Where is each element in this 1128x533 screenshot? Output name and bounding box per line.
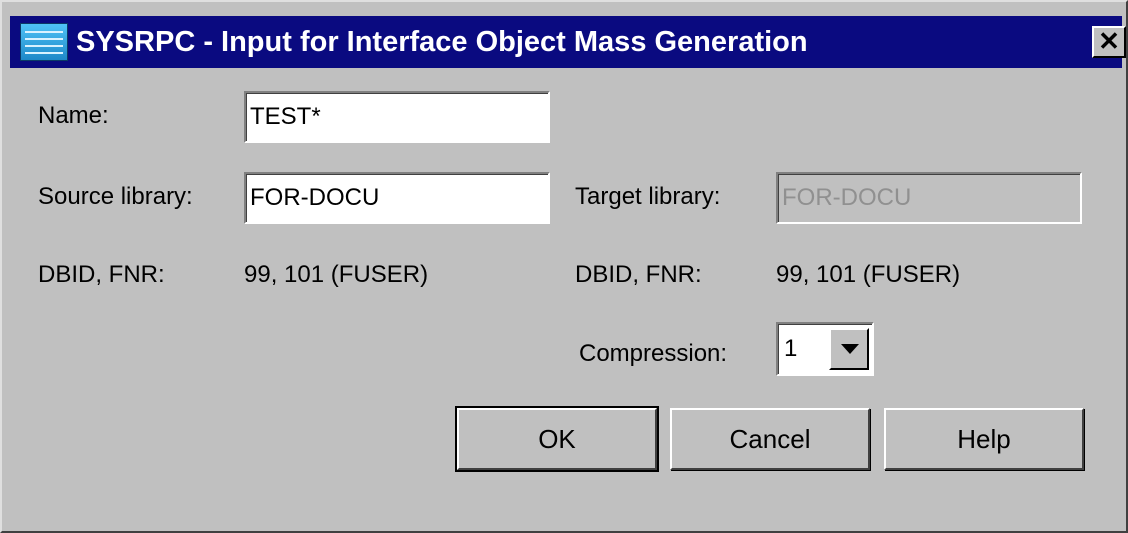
source-library-label: Source library: [38, 183, 193, 210]
source-dbid-label: DBID, FNR: [38, 261, 165, 288]
help-button[interactable]: Help [884, 408, 1084, 470]
target-library-input [776, 172, 1082, 224]
target-dbid-value: 99, 101 (FUSER) [776, 261, 961, 288]
title-bar[interactable]: SYSRPC - Input for Interface Object Mass… [10, 16, 1126, 68]
source-library-input[interactable] [244, 172, 550, 224]
source-dbid-value: 99, 101 (FUSER) [244, 261, 429, 288]
window-app-icon [20, 23, 68, 61]
dialog-window: SYSRPC - Input for Interface Object Mass… [0, 0, 1128, 533]
target-library-label: Target library: [575, 183, 721, 210]
name-label: Name: [38, 102, 109, 129]
name-input[interactable] [244, 91, 550, 143]
compression-value: 1 [784, 335, 798, 362]
window-title: SYSRPC - Input for Interface Object Mass… [76, 26, 808, 58]
chevron-down-icon[interactable] [829, 328, 869, 370]
target-dbid-label: DBID, FNR: [575, 261, 702, 288]
close-button[interactable]: ✕ [1092, 26, 1126, 58]
cancel-button[interactable]: Cancel [670, 408, 870, 470]
compression-select[interactable]: 1 [776, 322, 874, 376]
ok-button[interactable]: OK [455, 406, 659, 472]
compression-label: Compression: [579, 340, 728, 367]
